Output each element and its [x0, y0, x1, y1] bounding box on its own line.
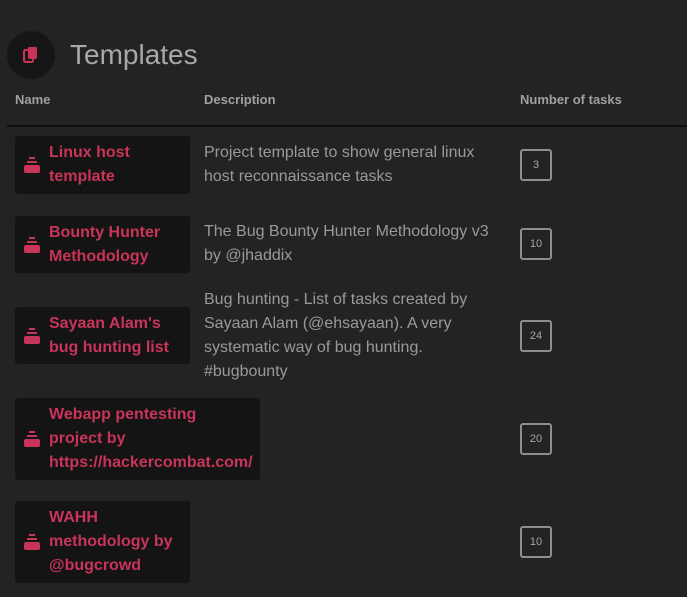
template-link[interactable]: Webapp pentesting project by https://hac… — [15, 398, 260, 480]
task-count-badge: 3 — [520, 149, 552, 181]
task-count-badge: 10 — [520, 526, 552, 558]
stack-icon — [24, 431, 40, 447]
template-name: Webapp pentesting project by https://hac… — [49, 406, 253, 471]
stack-icon — [24, 534, 40, 550]
template-description: The Bug Bounty Hunter Methodology v3 by … — [204, 223, 489, 264]
template-link[interactable]: Linux host template — [15, 136, 190, 194]
stack-icon — [24, 236, 40, 253]
template-name: Bounty Hunter Methodology — [49, 224, 161, 265]
column-header-description[interactable]: Description — [204, 92, 276, 107]
table-header: Name Description Number of tasks — [7, 83, 687, 127]
stack-icon — [24, 327, 40, 344]
template-link[interactable]: Sayaan Alam's bug hunting list — [15, 307, 190, 364]
column-header-name[interactable]: Name — [15, 92, 50, 107]
task-count-badge: 10 — [520, 228, 552, 260]
template-link[interactable]: Bounty Hunter Methodology — [15, 216, 190, 273]
template-description: Bug hunting - List of tasks created by S… — [204, 291, 468, 380]
template-link[interactable]: WAHH methodology by @bugcrowd — [15, 501, 190, 583]
task-count-badge: 20 — [520, 423, 552, 455]
column-header-tasks[interactable]: Number of tasks — [520, 92, 622, 107]
template-name: Linux host template — [49, 144, 130, 185]
template-description: Project template to show general linux h… — [204, 144, 475, 185]
copy-icon — [7, 30, 55, 79]
templates-page: Templates Name Description Number of tas… — [0, 0, 687, 597]
template-name: WAHH methodology by @bugcrowd — [49, 509, 173, 574]
stack-icon — [24, 157, 40, 173]
task-count-badge: 24 — [520, 320, 552, 352]
page-title: Templates — [70, 38, 198, 70]
template-name: Sayaan Alam's bug hunting list — [49, 315, 169, 356]
